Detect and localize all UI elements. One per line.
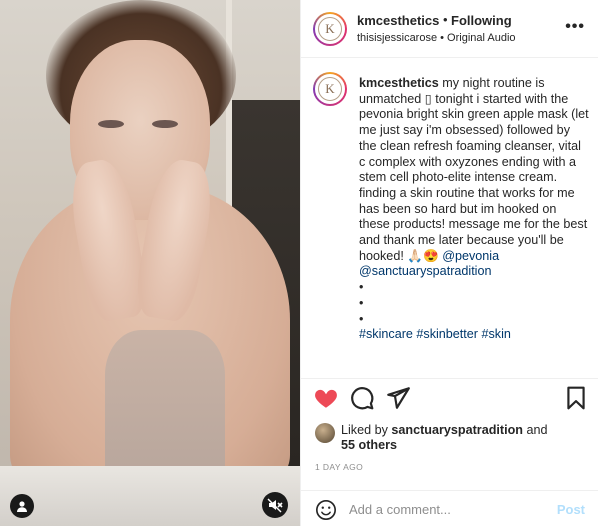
liker-username-link[interactable]: sanctuaryspatradition — [391, 423, 523, 437]
caption-emojis: 🙏🏻😍 — [407, 248, 439, 263]
send-icon[interactable] — [385, 385, 411, 411]
post-header: K kmcesthetics • Following thisisjessica… — [301, 0, 598, 58]
bookmark-icon[interactable] — [563, 385, 589, 411]
person-eye-right — [152, 120, 178, 128]
add-comment-bar: Post — [301, 490, 598, 526]
caption-author-avatar[interactable]: K — [313, 72, 347, 106]
mention-sanctuaryspatradition-link[interactable]: @sanctuaryspatradition — [359, 264, 492, 278]
heart-icon[interactable] — [313, 385, 339, 411]
mute-button[interactable] — [262, 492, 288, 518]
comment-icon[interactable] — [349, 385, 375, 411]
following-button[interactable]: Following — [451, 13, 512, 28]
post-media-video[interactable] — [0, 0, 300, 526]
caption-hashtags-links[interactable]: #skincare #skinbetter #skin — [359, 327, 511, 341]
audio-attribution-link[interactable]: thisisjessicarose • Original Audio — [357, 32, 516, 44]
smiley-icon[interactable] — [315, 499, 337, 521]
avatar-logo-letter: K — [318, 17, 342, 41]
author-avatar[interactable]: K — [313, 12, 347, 46]
post-side-panel: K kmcesthetics • Following thisisjessica… — [300, 0, 598, 526]
person-tag-icon — [17, 501, 27, 512]
muted-speaker-icon — [267, 498, 283, 513]
caption-text: kmcesthetics my night routine is unmatch… — [359, 76, 589, 343]
person-eye-left — [98, 120, 124, 128]
post-actions-bar — [301, 378, 598, 418]
person-tag-button[interactable] — [10, 494, 34, 518]
mention-pevonia-link[interactable]: @pevonia — [442, 249, 499, 263]
background-sink — [0, 466, 300, 526]
likes-connector: and — [522, 423, 548, 437]
liker-avatar[interactable] — [315, 423, 335, 443]
author-username-link[interactable]: kmcesthetics — [357, 13, 439, 28]
caption-username-link[interactable]: kmcesthetics — [359, 76, 439, 90]
post-caption: K kmcesthetics my night routine is unmat… — [301, 66, 598, 376]
likes-prefix: Liked by — [341, 423, 392, 437]
avatar-logo-letter: K — [318, 77, 342, 101]
person-top — [105, 330, 225, 480]
caption-bullets: • • • — [359, 280, 364, 326]
caption-body: my night routine is unmatched ▯ tonight … — [359, 76, 593, 263]
comment-input[interactable] — [349, 499, 529, 519]
post-timestamp[interactable]: 1 DAY AGO — [315, 462, 363, 472]
more-options-icon[interactable]: ••• — [565, 18, 585, 36]
post-comment-button[interactable]: Post — [557, 502, 585, 517]
header-separator-dot: • — [443, 12, 448, 27]
likes-summary: Liked by sanctuaryspatradition and 55 ot… — [315, 420, 585, 460]
likes-others-link[interactable]: 55 others — [341, 438, 397, 452]
likes-line: Liked by sanctuaryspatradition and — [341, 423, 548, 437]
